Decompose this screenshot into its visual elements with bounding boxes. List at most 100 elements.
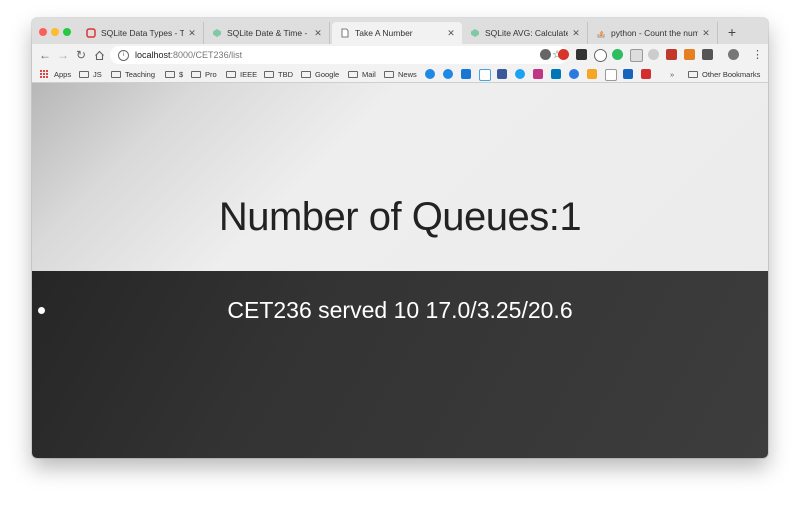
bookmark-label: Other Bookmarks xyxy=(702,69,761,79)
apps-grid-icon xyxy=(40,69,49,79)
extension-doc-icon[interactable] xyxy=(630,49,643,62)
close-tab-icon[interactable]: ✕ xyxy=(571,28,581,39)
bookmark-folder-js[interactable]: JS xyxy=(79,68,102,80)
tab-take-a-number[interactable]: Take A Number ✕ xyxy=(332,22,462,44)
bookmark-label: Apps xyxy=(54,69,72,79)
close-window-button[interactable] xyxy=(39,28,47,36)
close-tab-icon[interactable]: ✕ xyxy=(701,28,711,39)
extension-gear-icon[interactable] xyxy=(540,49,551,60)
bookmark-label: TBD xyxy=(278,69,293,79)
bookmark-puzzle-icon[interactable] xyxy=(623,69,633,79)
bookmark-page-icon[interactable] xyxy=(605,69,617,81)
folder-icon xyxy=(688,70,698,78)
close-tab-icon[interactable]: ✕ xyxy=(313,28,323,39)
extension-dark-icon[interactable] xyxy=(576,49,587,60)
folder-icon xyxy=(111,70,121,78)
bookmark-site-icon[interactable] xyxy=(569,69,579,79)
queue-section: CET236 served 10 17.0/3.25/20.6 xyxy=(32,271,768,458)
tab-sqlite-date-time[interactable]: SQLite Date & Time - How T ✕ xyxy=(204,22,330,44)
queue-item-text: CET236 served 10 17.0/3.25/20.6 xyxy=(227,297,573,323)
folder-icon xyxy=(191,70,201,78)
extension-code-icon[interactable] xyxy=(594,49,607,62)
bookmark-folder-teaching[interactable]: Teaching xyxy=(111,68,155,80)
bookmark-label: Teaching xyxy=(125,69,156,79)
list-item: CET236 served 10 17.0/3.25/20.6 xyxy=(32,295,768,325)
forward-arrow-icon[interactable]: → xyxy=(56,47,70,63)
tab-title: python - Count the number xyxy=(611,28,698,38)
bookmark-site-icon[interactable] xyxy=(425,69,435,79)
folder-icon xyxy=(226,70,236,78)
tab-title: SQLite Date & Time - How T xyxy=(227,28,310,38)
page-viewport: Number of Queues:1 CET236 served 10 17.0… xyxy=(32,83,768,458)
fullscreen-window-button[interactable] xyxy=(63,28,71,36)
bookmark-label: Google xyxy=(315,69,340,79)
bookmark-folder-mail[interactable]: Mail xyxy=(348,68,376,80)
folder-icon xyxy=(348,70,358,78)
bookmarks-overflow-button[interactable]: » xyxy=(670,68,674,80)
profile-avatar[interactable] xyxy=(728,49,739,60)
folder-icon xyxy=(264,70,274,78)
bookmark-folder-ieee[interactable]: IEEE xyxy=(226,68,257,80)
url-host: localhost xyxy=(135,50,171,60)
back-arrow-icon[interactable]: ← xyxy=(38,47,52,63)
tab-title: SQLite AVG: Calculate The A xyxy=(485,28,568,38)
bookmark-site-icon[interactable] xyxy=(479,69,491,81)
bookmark-folder-google[interactable]: Google xyxy=(301,68,339,80)
tab-title: Take A Number xyxy=(355,28,413,38)
bookmark-site-icon[interactable] xyxy=(443,69,453,79)
bookmark-label: Pro xyxy=(205,69,217,79)
extension-list-icon[interactable] xyxy=(702,49,713,60)
page-icon xyxy=(340,28,350,38)
minimize-window-button[interactable] xyxy=(51,28,59,36)
instagram-icon[interactable] xyxy=(533,69,543,79)
folder-icon xyxy=(384,70,394,78)
tab-strip: SQLite Data Types - Tutlane ✕ SQLite Dat… xyxy=(32,18,768,44)
bookmark-site-icon[interactable] xyxy=(587,69,597,79)
bookmark-folder-dollar[interactable]: $ xyxy=(165,68,183,80)
bookmark-site-icon[interactable] xyxy=(461,69,471,79)
twitter-icon[interactable] xyxy=(515,69,525,79)
folder-icon xyxy=(301,70,311,78)
folder-icon xyxy=(79,70,89,78)
sqlite-icon xyxy=(212,28,222,38)
close-tab-icon[interactable]: ✕ xyxy=(187,28,197,39)
new-tab-button[interactable]: + xyxy=(724,24,740,40)
bookmark-label: IEEE xyxy=(240,69,258,79)
close-tab-icon[interactable]: ✕ xyxy=(446,28,456,39)
browser-window: SQLite Data Types - Tutlane ✕ SQLite Dat… xyxy=(32,18,768,458)
bookmark-folder-news[interactable]: News xyxy=(384,68,417,80)
bookmark-folder-tbd[interactable]: TBD xyxy=(264,68,293,80)
bookmark-apps[interactable]: Apps xyxy=(40,68,71,80)
tab-sqlite-data-types[interactable]: SQLite Data Types - Tutlane ✕ xyxy=(78,22,204,44)
url-path: :8000/CET236/list xyxy=(170,50,243,60)
extension-circle-icon[interactable] xyxy=(648,49,659,60)
facebook-icon[interactable] xyxy=(497,69,507,79)
reload-icon[interactable]: ↻ xyxy=(74,47,88,63)
bookmark-label: Mail xyxy=(362,69,376,79)
sqlite-icon xyxy=(470,28,480,38)
bookmark-label: JS xyxy=(93,69,102,79)
home-icon[interactable] xyxy=(92,47,106,63)
tab-title: SQLite Data Types - Tutlane xyxy=(101,28,184,38)
bookmarks-bar: Apps JS Teaching $ Pro IEEE TBD Google M… xyxy=(32,66,768,83)
tutlane-icon xyxy=(86,28,96,38)
bookmark-folder-pro[interactable]: Pro xyxy=(191,68,217,80)
stackoverflow-icon xyxy=(596,28,606,38)
page-title: Number of Queues:1 xyxy=(218,195,582,239)
menu-icon[interactable]: ⋮ xyxy=(752,47,763,63)
browser-toolbar: ← → ↻ i localhost:8000/CET236/list ☆ ⋮ xyxy=(32,44,768,66)
bookmark-folder-other[interactable]: Other Bookmarks xyxy=(688,68,760,80)
evernote-icon[interactable] xyxy=(612,49,623,60)
info-icon[interactable]: i xyxy=(118,49,129,61)
linkedin-icon[interactable] xyxy=(551,69,561,79)
page-header: Number of Queues:1 xyxy=(32,83,768,271)
tab-python-count[interactable]: python - Count the number ✕ xyxy=(588,22,718,44)
address-bar[interactable]: i localhost:8000/CET236/list ☆ xyxy=(110,46,568,64)
extension-red-icon[interactable] xyxy=(666,49,677,60)
extension-orange-icon[interactable] xyxy=(684,49,695,60)
tab-sqlite-avg[interactable]: SQLite AVG: Calculate The A ✕ xyxy=(462,22,588,44)
folder-icon xyxy=(165,70,175,78)
bookmark-site-icon[interactable] xyxy=(641,69,651,79)
bookmark-label: News xyxy=(398,69,417,79)
adblock-icon[interactable] xyxy=(558,49,569,60)
